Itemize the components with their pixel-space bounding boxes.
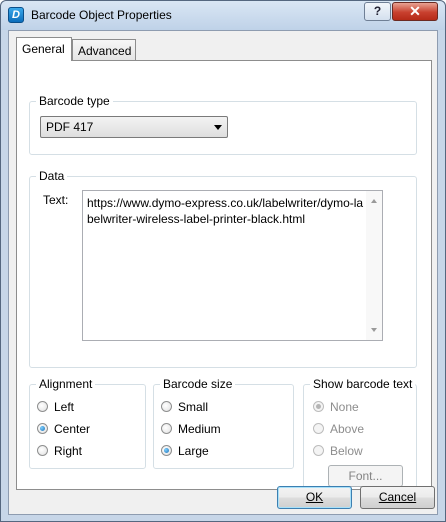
text-none-radio[interactable] — [313, 401, 324, 412]
text-below-label: Below — [330, 444, 363, 458]
help-button[interactable]: ? — [364, 2, 391, 21]
size-large-radio[interactable] — [161, 445, 172, 456]
tab-advanced[interactable]: Advanced — [72, 39, 136, 61]
alignment-right-radio[interactable] — [37, 445, 48, 456]
tab-general[interactable]: General — [16, 37, 72, 61]
text-field-label: Text: — [43, 193, 69, 207]
barcode-type-label: Barcode type — [36, 94, 113, 108]
data-group: Data Text: https://www.dymo-express.co.u… — [29, 169, 417, 368]
scroll-down-arrow-icon[interactable] — [371, 328, 377, 332]
dymo-app-icon: D — [8, 7, 24, 23]
alignment-group: Alignment Left Center Right — [29, 377, 146, 469]
size-large-label: Large — [178, 444, 209, 458]
size-medium-label: Medium — [178, 422, 221, 436]
data-label: Data — [36, 169, 68, 183]
scroll-up-arrow-icon[interactable] — [371, 199, 377, 203]
general-tab-panel: Barcode type PDF 417 Data Text: https://… — [16, 60, 432, 492]
barcode-text-input[interactable]: https://www.dymo-express.co.uk/labelwrit… — [82, 190, 383, 341]
font-button[interactable]: Font... — [328, 465, 403, 487]
dialog-window: D Barcode Object Properties ? ✕ General … — [0, 0, 446, 522]
barcode-size-group: Barcode size Small Medium Large — [153, 377, 294, 469]
ok-button-label: OK — [305, 490, 324, 504]
alignment-left-radio[interactable] — [37, 401, 48, 412]
chevron-down-icon — [214, 125, 222, 130]
title-bar: D Barcode Object Properties ? ✕ — [1, 1, 445, 30]
barcode-type-select[interactable]: PDF 417 — [40, 116, 228, 138]
size-small-radio[interactable] — [161, 401, 172, 412]
alignment-label: Alignment — [36, 377, 96, 391]
dialog-client-area: General Advanced Barcode type PDF 417 Da… — [8, 30, 438, 515]
text-above-radio[interactable] — [313, 423, 324, 434]
alignment-center-label: Center — [54, 422, 91, 436]
text-below-radio[interactable] — [313, 445, 324, 456]
window-title: Barcode Object Properties — [31, 8, 172, 22]
alignment-right-label: Right — [54, 444, 83, 458]
ok-button[interactable]: OK — [277, 486, 352, 509]
alignment-center-radio[interactable] — [37, 423, 48, 434]
cancel-button[interactable]: Cancel — [360, 486, 435, 509]
barcode-type-value: PDF 417 — [46, 120, 94, 134]
size-medium-radio[interactable] — [161, 423, 172, 434]
size-small-label: Small — [178, 400, 209, 414]
show-barcode-text-label: Show barcode text — [310, 377, 416, 391]
text-scrollbar[interactable] — [366, 191, 382, 340]
show-barcode-text-group: Show barcode text None Above Below Font.… — [303, 377, 417, 492]
barcode-type-group: Barcode type PDF 417 — [29, 94, 417, 155]
alignment-left-label: Left — [54, 400, 75, 414]
barcode-text-value: https://www.dymo-express.co.uk/labelwrit… — [87, 196, 364, 226]
barcode-size-label: Barcode size — [160, 377, 236, 391]
close-button[interactable]: ✕ — [392, 2, 438, 21]
text-none-label: None — [330, 400, 359, 414]
text-above-label: Above — [330, 422, 365, 436]
cancel-button-label: Cancel — [378, 490, 417, 504]
